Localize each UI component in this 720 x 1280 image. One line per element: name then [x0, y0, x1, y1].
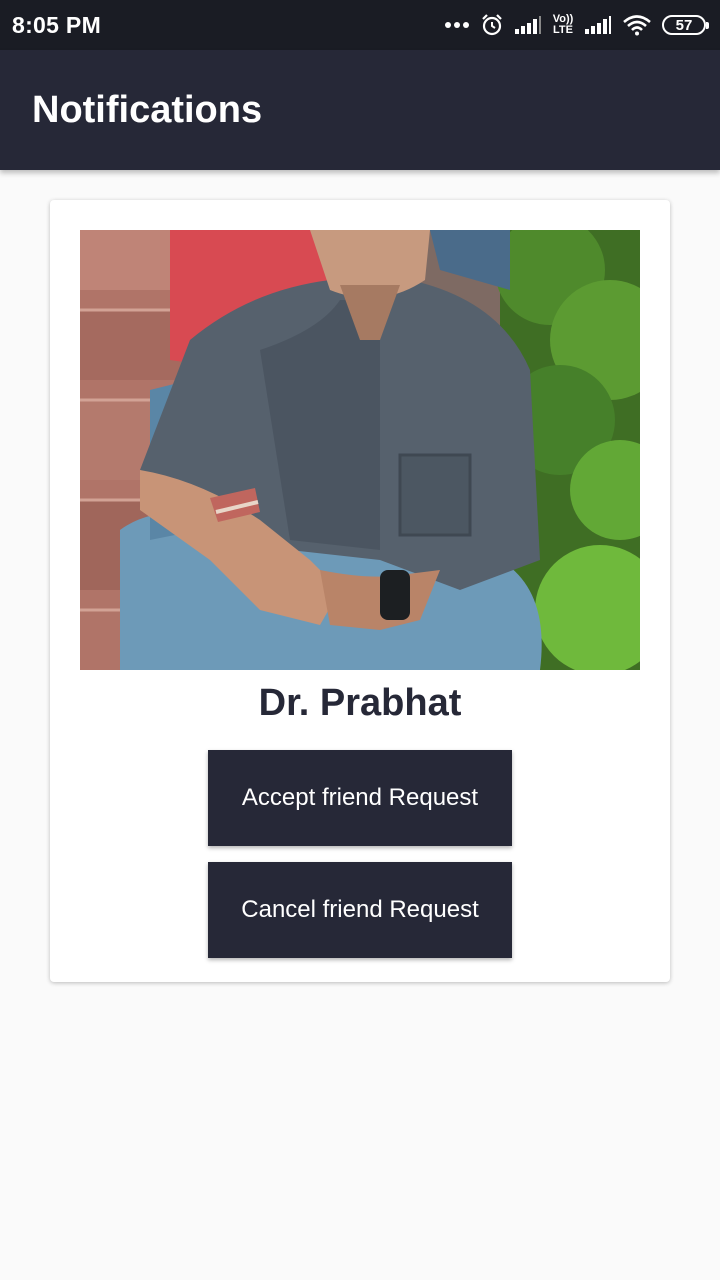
battery-level: 57: [675, 16, 693, 34]
app-bar: Notifications: [0, 50, 720, 170]
status-time: 8:05 PM: [12, 11, 102, 38]
person-name: Dr. Prabhat: [258, 682, 462, 724]
accept-friend-request-button[interactable]: Accept friend Request: [208, 750, 512, 846]
network-label: Vo)) LTE: [552, 13, 574, 36]
status-bar: 8:05 PM Vo)) LTE 57: [0, 0, 720, 50]
signal-icon: [585, 16, 611, 34]
status-icons: Vo)) LTE 57: [444, 13, 709, 37]
cancel-friend-request-button[interactable]: Cancel friend Request: [208, 862, 512, 958]
alarm-icon: [482, 14, 502, 36]
friend-request-card: Dr. Prabhat Accept friend Request Cancel…: [50, 200, 670, 982]
wifi-icon: [623, 15, 651, 36]
signal-icon: [515, 16, 541, 34]
page-title: Notifications: [32, 88, 263, 131]
lte-icon: Vo)) LTE: [552, 14, 574, 36]
more-dots-icon: [445, 22, 469, 28]
profile-photo: [80, 230, 640, 670]
battery-icon: 57: [662, 15, 709, 35]
